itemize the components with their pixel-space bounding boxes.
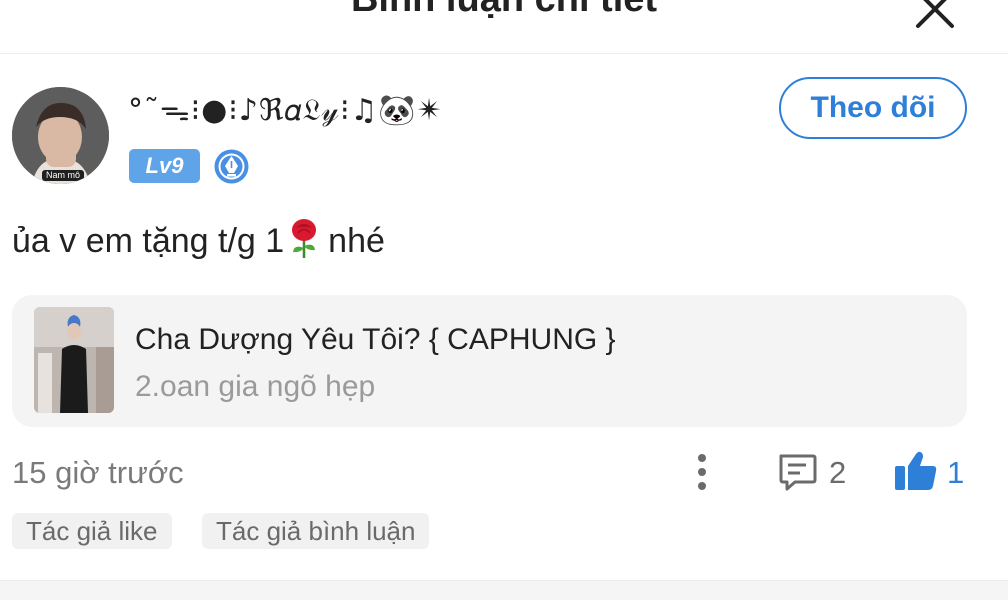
avatar[interactable]: Nam mô bbox=[12, 87, 109, 184]
rose-icon bbox=[292, 219, 317, 258]
header: Bình luận chi tiết bbox=[0, 0, 1008, 54]
pen-nib-icon bbox=[214, 149, 249, 184]
like-count: 1 bbox=[947, 455, 965, 490]
comment-detail-page: Bình luận chi tiết Nam mô °˜ᯓ⁝●⁝♪ℜ𝛼𝔏𝓎⁝♫🐼… bbox=[0, 0, 1008, 600]
comment-text-after: nhé bbox=[328, 222, 385, 260]
page-title: Bình luận chi tiết bbox=[0, 0, 1008, 21]
section-divider bbox=[0, 580, 1008, 600]
tag-author-comment: Tác giả bình luận bbox=[202, 513, 430, 549]
level-badge: Lv9 bbox=[129, 149, 200, 183]
more-options-icon[interactable] bbox=[686, 452, 718, 492]
book-cover bbox=[34, 307, 114, 413]
tag-author-like: Tác giả like bbox=[12, 513, 172, 549]
book-card[interactable]: Cha Dượng Yêu Tôi? { CAPHUNG } 2.oan gia… bbox=[12, 295, 967, 427]
reply-count: 2 bbox=[829, 455, 847, 490]
book-chapter: 2.oan gia ngõ hẹp bbox=[135, 370, 376, 403]
comment-icon bbox=[779, 454, 817, 491]
comment-text-before: ủa v em tặng t/g 1 bbox=[12, 222, 285, 260]
avatar-tag: Nam mô bbox=[42, 170, 85, 181]
username[interactable]: °˜ᯓ⁝●⁝♪ℜ𝛼𝔏𝓎⁝♫🐼✴ bbox=[128, 88, 443, 129]
timestamp: 15 giờ trước bbox=[12, 455, 184, 490]
book-title: Cha Dượng Yêu Tôi? { CAPHUNG } bbox=[135, 323, 616, 356]
follow-button[interactable]: Theo dõi bbox=[779, 77, 967, 139]
thumbs-up-icon bbox=[895, 451, 937, 490]
close-icon[interactable] bbox=[912, 0, 958, 32]
comment-text: ủa v em tặng t/g 1 nhé bbox=[12, 218, 385, 261]
